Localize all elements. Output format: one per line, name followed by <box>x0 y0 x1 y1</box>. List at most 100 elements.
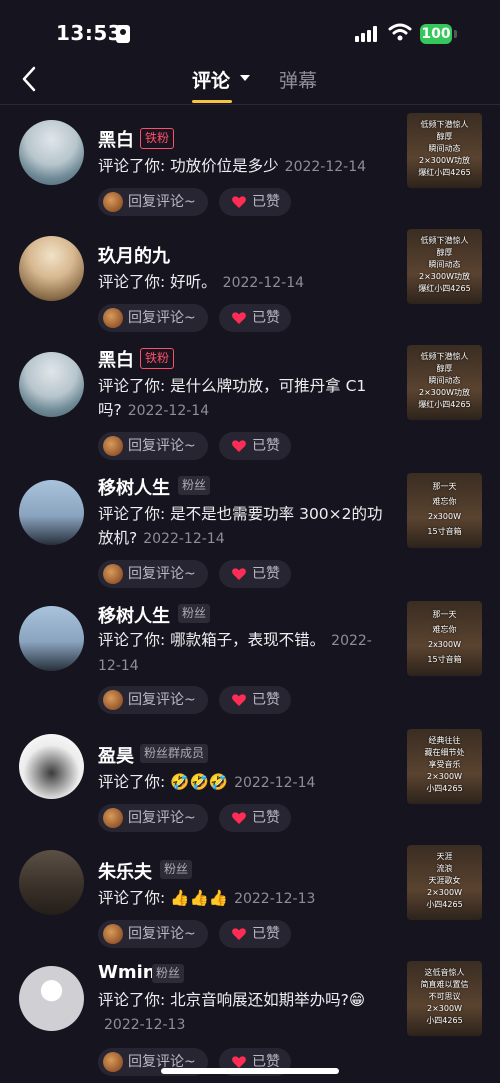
comment-text-block[interactable]: 评论了你: 北京音响展还如期举办吗?😁 2022-12-13 <box>98 988 388 1037</box>
avatar[interactable] <box>19 352 84 417</box>
thumbnail-caption: 15寸音箱 <box>427 655 462 664</box>
reply-comment-button[interactable]: 回复评论~ <box>98 188 208 216</box>
reply-comment-button[interactable]: 回复评论~ <box>98 560 208 588</box>
commenter-name[interactable]: 玖月的九 <box>98 242 170 268</box>
video-thumbnail[interactable]: 低频下潜惊人 醇厚瞬间动态 2×300W功放 爆红小四4265 <box>407 345 482 420</box>
battery-tip <box>454 30 457 38</box>
thumbnail-caption: 藏在细节处 <box>424 748 465 757</box>
commenter-name[interactable]: Wmin <box>98 962 156 983</box>
thumbnail-caption: 爆红小四4265 <box>418 284 471 293</box>
avatar[interactable] <box>19 850 84 915</box>
avatar[interactable] <box>19 480 84 545</box>
comment-text: 评论了你: 功放价位是多少 <box>98 157 279 175</box>
reply-comment-button[interactable]: 回复评论~ <box>98 920 208 948</box>
commenter-name[interactable]: 黑白 <box>98 126 134 152</box>
comment-text-block[interactable]: 评论了你: 好听。 2022-12-14 <box>98 270 388 295</box>
comment-text-block[interactable]: 评论了你: 🤣🤣🤣 2022-12-14 <box>98 770 388 795</box>
liked-button[interactable]: 已赞 <box>219 432 291 460</box>
reply-label: 回复评论~ <box>128 692 196 708</box>
tab-comment[interactable]: 评论 <box>192 66 230 93</box>
comment-text: 评论了你: 是不是也需要功率 300×2的功放机? <box>98 505 383 547</box>
liked-button[interactable]: 已赞 <box>219 804 291 832</box>
comment-text-block[interactable]: 评论了你: 是不是也需要功率 300×2的功放机? 2022-12-14 <box>98 502 388 551</box>
home-indicator[interactable] <box>161 1068 339 1074</box>
commenter-name[interactable]: 朱乐夫 <box>98 858 152 884</box>
liked-button[interactable]: 已赞 <box>219 188 291 216</box>
comment-date: 2022-12-14 <box>127 403 210 419</box>
video-thumbnail[interactable]: 那一天 难忘你 2x300W 15寸音箱 <box>407 473 482 548</box>
thumbnail-caption: 醇厚 <box>436 364 453 373</box>
thumbnail-caption: 小四4265 <box>426 1016 463 1025</box>
comment-item[interactable]: 移树人生 粉丝 评论了你: 哪款箱子，表现不错。 2022-12-14 回复评论~ 已赞 那… <box>0 596 500 714</box>
avatar[interactable] <box>19 120 84 185</box>
status-bar: 13:53 100 <box>0 0 500 62</box>
thumbnail-caption: 低频下潜惊人 <box>420 352 469 361</box>
avatar[interactable] <box>19 236 84 301</box>
thumbnail-caption: 瞬间动态 <box>428 260 461 269</box>
avatar[interactable] <box>19 606 84 671</box>
comment-text: 评论了你: 🤣🤣🤣 <box>98 773 229 791</box>
commenter-name[interactable]: 黑白 <box>98 346 134 372</box>
avatar[interactable] <box>19 734 84 799</box>
comment-item[interactable]: Wmin 粉丝 评论了你: 北京音响展还如期举办吗?😁2022-12-13 回复评论~… <box>0 956 500 1076</box>
tab-danmu[interactable]: 弹幕 <box>279 66 317 93</box>
comment-text-block[interactable]: 评论了你: 👍👍👍 2022-12-13 <box>98 886 388 911</box>
fan-badge: 粉丝 <box>160 860 193 879</box>
reply-comment-button[interactable]: 回复评论~ <box>98 686 208 714</box>
liked-label: 已赞 <box>252 194 280 210</box>
fan-badge: 粉丝 <box>152 964 185 983</box>
commenter-name[interactable]: 盈昊 <box>98 742 134 768</box>
commenter-name[interactable]: 移树人生 <box>98 474 170 500</box>
comment-date: 2022-12-13 <box>234 891 316 907</box>
reply-comment-button[interactable]: 回复评论~ <box>98 304 208 332</box>
thumbnail-caption: 天涯 <box>436 852 453 861</box>
my-avatar-icon <box>103 808 123 828</box>
fan-badge: 粉丝 <box>178 476 211 495</box>
fan-badge: 铁粉 <box>140 128 175 149</box>
liked-button[interactable]: 已赞 <box>219 686 291 714</box>
heart-icon <box>232 694 246 706</box>
comment-item[interactable]: 黑白 铁粉评论了你: 功放价位是多少 2022-12-14 回复评论~ 已赞 低频下潜惊人… <box>0 108 500 224</box>
back-arrow-icon[interactable] <box>18 64 42 94</box>
liked-button[interactable]: 已赞 <box>219 560 291 588</box>
comment-item[interactable]: 朱乐夫 粉丝评论了你: 👍👍👍 2022-12-13 回复评论~ 已赞 天涯 流浪 天涯歌女 2… <box>0 840 500 956</box>
thumbnail-caption: 难忘你 <box>432 625 457 634</box>
comment-item[interactable]: 黑白 铁粉 评论了你: 是什么牌功放，可推丹拿 C1吗? 2022-12-14 回复评论… <box>0 340 500 460</box>
video-thumbnail[interactable]: 那一天 难忘你 2x300W 15寸音箱 <box>407 601 482 676</box>
comment-item[interactable]: 玖月的九 评论了你: 好听。 2022-12-14 回复评论~ 已赞 低频下潜惊人 醇厚 瞬间… <box>0 224 500 340</box>
heart-icon <box>232 568 246 580</box>
commenter-name[interactable]: 移树人生 <box>98 602 170 628</box>
comment-date: 2022-12-14 <box>284 159 367 175</box>
thumbnail-caption: 这低音惊人 <box>424 968 465 977</box>
video-thumbnail[interactable]: 经典往往 藏在细节处 享受音乐 2×300W 小四4265 <box>407 729 482 804</box>
video-thumbnail[interactable]: 这低音惊人 简直难以置信 不可思议 2×300W 小四4265 <box>407 961 482 1036</box>
comment-date: 2022-12-14 <box>143 531 225 547</box>
comment-text-block[interactable]: 评论了你: 哪款箱子，表现不错。 2022-12-14 <box>98 628 388 678</box>
video-thumbnail[interactable]: 天涯 流浪 天涯歌女 2×300W 小四4265 <box>407 845 482 920</box>
thumbnail-caption: 瞬间动态 <box>428 376 461 385</box>
battery-indicator: 100 <box>420 24 452 44</box>
liked-button[interactable]: 已赞 <box>219 304 291 332</box>
comment-item[interactable]: 移树人生 粉丝评论了你: 是不是也需要功率 300×2的功放机? 2022-12-1… <box>0 468 500 588</box>
reply-comment-button[interactable]: 回复评论~ <box>98 432 208 460</box>
reply-label: 回复评论~ <box>128 194 196 210</box>
reply-label: 回复评论~ <box>128 438 196 454</box>
avatar[interactable] <box>19 966 84 1031</box>
thumbnail-caption: 爆红小四4265 <box>418 400 471 409</box>
video-thumbnail[interactable]: 低频下潜惊人 醇厚 瞬间动态 2×300W功放 爆红小四4265 <box>407 229 482 304</box>
caret-down-icon[interactable] <box>240 75 250 81</box>
liked-label: 已赞 <box>252 810 280 826</box>
comment-text-block[interactable]: 评论了你: 功放价位是多少 2022-12-14 <box>98 154 388 179</box>
video-thumbnail[interactable]: 低频下潜惊人 醇厚 瞬间动态 2×300W功放 爆红小四4265 <box>407 113 482 188</box>
comment-item[interactable]: 盈昊 粉丝群成员 评论了你: 🤣🤣🤣 2022-12-14 回复评论~ 已赞 经典往往 藏在细… <box>0 724 500 840</box>
thumbnail-caption: 低频下潜惊人 <box>420 120 469 129</box>
thumbnail-caption: 2×300W功放 <box>419 388 470 397</box>
thumbnail-caption: 享受音乐 <box>428 760 461 769</box>
liked-button[interactable]: 已赞 <box>219 920 291 948</box>
cellular-signal-icon <box>355 26 379 42</box>
liked-label: 已赞 <box>252 692 280 708</box>
thumbnail-caption: 15寸音箱 <box>427 527 462 536</box>
thumbnail-caption: 天涯歌女 <box>428 876 461 885</box>
comment-text-block[interactable]: 评论了你: 是什么牌功放，可推丹拿 C1吗? 2022-12-14 <box>98 374 388 423</box>
reply-comment-button[interactable]: 回复评论~ <box>98 804 208 832</box>
